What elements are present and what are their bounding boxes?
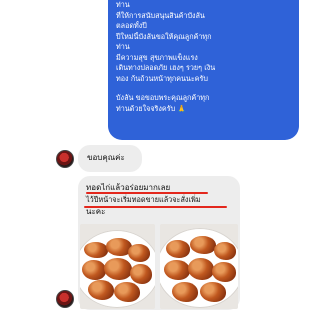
message-line: ท่านด้วยใจจริงครับ 🙏 xyxy=(116,103,187,113)
red-underline xyxy=(86,192,208,194)
message-line: ตลอดทั้งปี xyxy=(116,21,147,30)
message-line: ปีใหม่นี้บังลันขอให้คุณลูกค้าทุก xyxy=(116,31,212,41)
message-line: ท่าน xyxy=(116,42,130,51)
message-line: ทอง ก้นถ้วนหน้าทุกคนนะครับ xyxy=(116,73,208,83)
outgoing-message-bubble[interactable]: ท่าน ที่ให้การสนับสนุนสินค้าบังลัน ตลอดท… xyxy=(108,0,299,140)
message-text: ขอบคุณค่ะ xyxy=(87,153,125,162)
message-line: ท่าน xyxy=(116,0,130,9)
contact-avatar[interactable] xyxy=(56,290,74,308)
contact-avatar[interactable] xyxy=(56,150,74,168)
fried-chicken-photo[interactable] xyxy=(160,224,238,309)
fried-chicken-photo[interactable] xyxy=(80,224,155,309)
red-underline xyxy=(84,206,227,208)
incoming-message-bubble[interactable]: ขอบคุณค่ะ xyxy=(78,145,142,172)
message-line: บังลัน ขอขอบพระคุณลูกค้าทุก xyxy=(116,93,210,102)
message-line: ไว้ปีหน้าจะเริ่มทอดขายแล้วจะสั่งเพิ่ม xyxy=(86,195,201,204)
message-line: มีความสุข สุขภาพแข็งแรง xyxy=(116,52,198,62)
message-line: ที่ให้การสนับสนุนสินค้าบังลัน xyxy=(116,10,205,20)
message-line: เดินทางปลอดภัย เฮงๆ รวยๆ เงิน xyxy=(116,63,216,72)
